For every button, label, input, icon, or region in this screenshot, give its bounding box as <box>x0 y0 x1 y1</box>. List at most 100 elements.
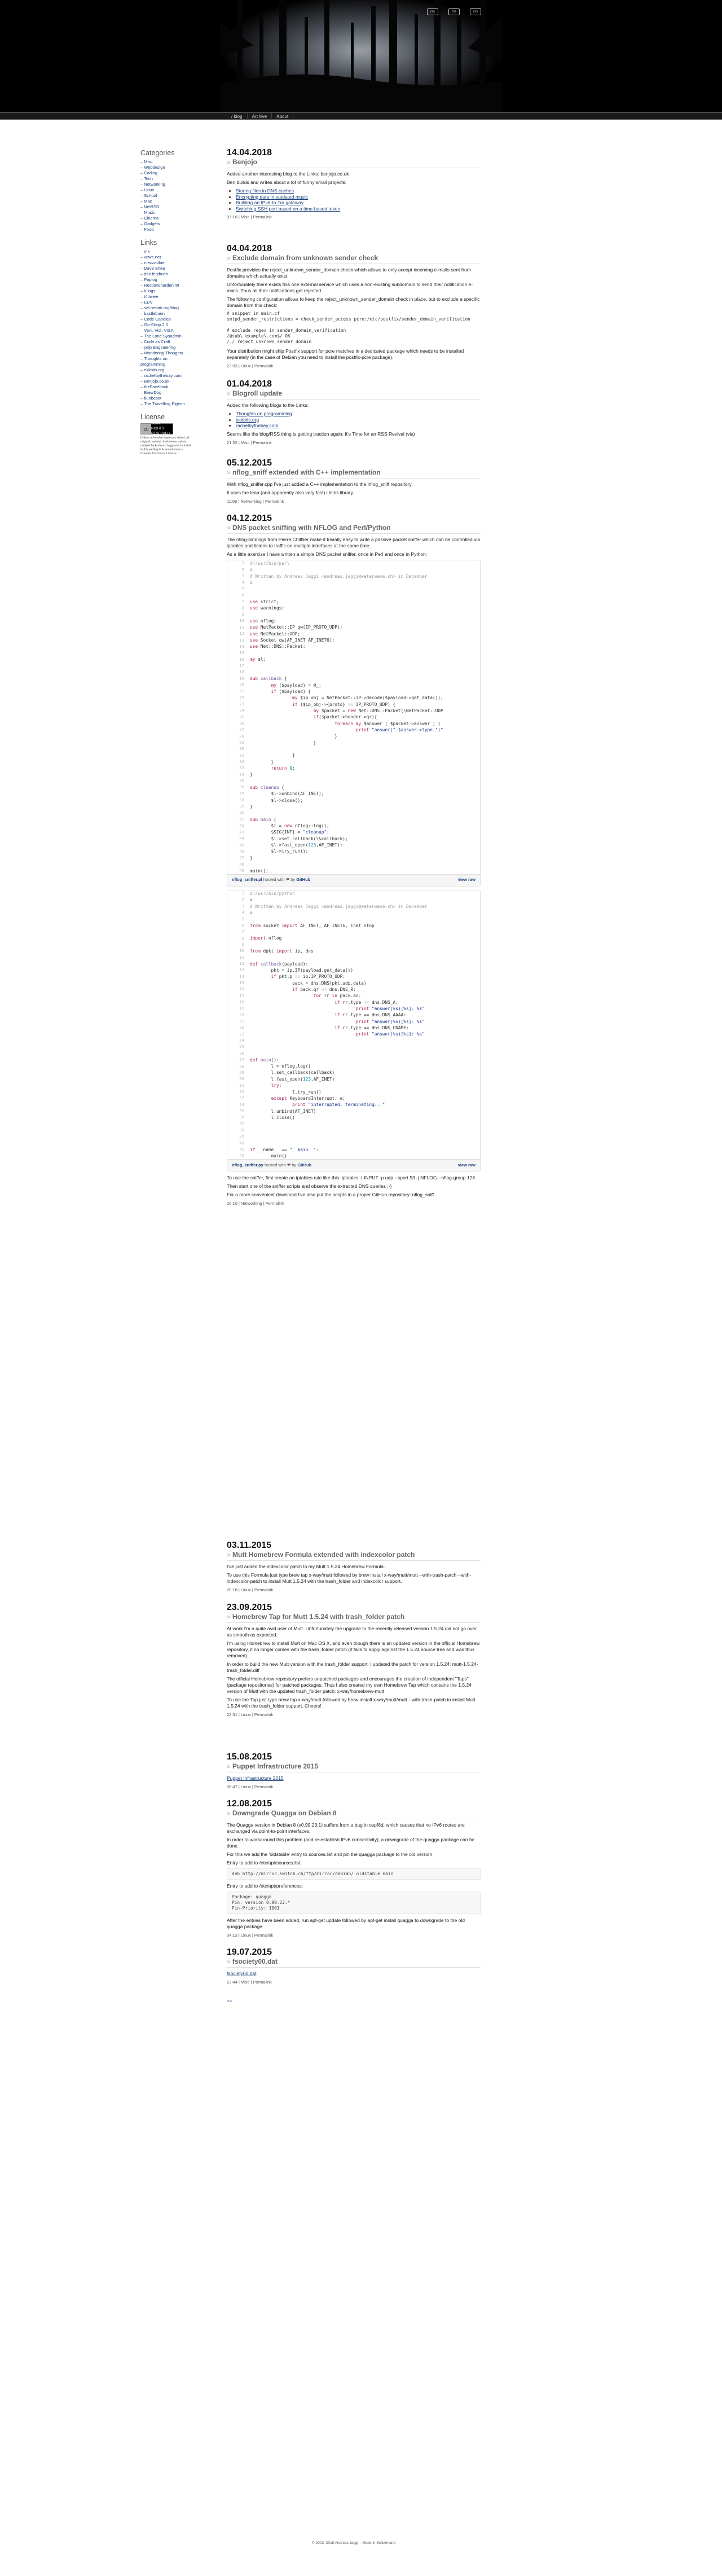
sidebar-link[interactable]: ekkbits.org <box>140 367 191 373</box>
gist-code-line: 30 l.fast_open(123,AF_INET) <box>227 1076 480 1082</box>
sidebar-link[interactable]: Mac <box>140 199 191 204</box>
github-link[interactable]: GitHub <box>296 877 310 882</box>
sidebar-link[interactable]: Tech <box>140 176 191 182</box>
sidebar-link[interactable]: NetBSD <box>140 204 191 210</box>
sidebar-link[interactable]: BrewDog <box>140 390 191 396</box>
code-text: l.close() <box>250 1114 295 1120</box>
post-paragraph: I've just added the indexcolor patch to … <box>227 1564 385 1569</box>
post-title[interactable]: Homebrew Tap for Mutt 1.5.24 with trash_… <box>227 1613 481 1623</box>
line-number: 8 <box>241 935 244 941</box>
sidebar-link[interactable]: Dave Shea <box>140 266 191 271</box>
post-link[interactable]: ekkbits.org <box>236 417 259 423</box>
code-text: try: <box>271 1083 282 1089</box>
sidebar-link[interactable]: Misc <box>140 159 191 165</box>
nav-blog[interactable]: / blog <box>227 113 248 120</box>
nav-archive[interactable]: Archive <box>248 113 272 120</box>
post-title[interactable]: nflog_sniff extended with C++ implementa… <box>227 468 481 479</box>
sidebar-link[interactable]: Restlovohardenimt <box>140 283 191 288</box>
sidebar-link[interactable]: theFacebook <box>140 384 191 390</box>
sidebar-link[interactable]: yelp Engineering <box>140 345 191 350</box>
sidebar-link[interactable]: Paplog <box>140 277 191 283</box>
rss-feed-icon[interactable]: rss <box>427 8 438 15</box>
github-link[interactable]: GitHub <box>297 1162 311 1168</box>
post-meta[interactable]: 11:08 | Networking | Permalink <box>227 499 481 504</box>
sidebar-link[interactable]: Networking <box>140 182 191 187</box>
view-raw-link[interactable]: view raw <box>458 1162 476 1169</box>
post-link[interactable]: Building an IPv6-to-Tor gateway <box>236 200 303 205</box>
post-link[interactable]: rachelbythebay.com <box>236 423 278 428</box>
post-link[interactable]: Puppet Infrastructure 2015 <box>227 1775 284 1781</box>
post-meta[interactable]: 07:16 | Misc | Permalink <box>227 214 481 220</box>
sidebar-link[interactable]: t4ttmee <box>140 294 191 300</box>
sidebar-link[interactable]: Veni, Vidi, VISA <box>140 328 191 333</box>
sidebar-link[interactable]: daz fetzbuch <box>140 271 191 277</box>
post-title[interactable]: Blogroll update <box>227 389 481 400</box>
sidebar-link[interactable]: sel.netark.org/blog <box>140 305 191 311</box>
post-meta[interactable]: 23:44 | Misc | Permalink <box>227 1980 481 1985</box>
post-title[interactable]: DNS packet sniffing with NFLOG and Perl/… <box>227 524 481 534</box>
sidebar-link[interactable]: Gadgets <box>140 221 191 227</box>
post-meta[interactable]: 04:13 | Linux | Permalink <box>227 1933 481 1938</box>
sidebar-link[interactable]: mezzoblue <box>140 260 191 266</box>
gist-code-line: 4 # <box>227 910 480 916</box>
post-date: 01.04.2018 <box>227 379 272 389</box>
rss-feed-icon[interactable]: rss <box>470 8 481 15</box>
sidebar-link[interactable]: Benjojo.co.uk <box>140 379 191 384</box>
sidebar-link[interactable]: Code as Craft <box>140 339 191 345</box>
pagination-next[interactable]: >> <box>227 1998 481 2005</box>
gist-footer: nflog_sniffer.pl hosted with ❤ by GitHub… <box>227 874 480 886</box>
sidebar-link[interactable]: bastlebunn <box>140 311 191 317</box>
gist-code-line: 13 use Socket qw(AF_INET AF_INET6); <box>227 637 480 643</box>
rss-feed-icon[interactable]: rss <box>448 8 460 15</box>
sidebar-link[interactable]: Food <box>140 227 191 232</box>
code-text: import nflog <box>250 936 282 941</box>
post-meta[interactable]: 23:03 | Linux | Permalink <box>227 363 481 369</box>
post-link[interactable]: fsociety00.dat <box>227 1971 256 1976</box>
post-paragraph: Unfortunately there exists this one exte… <box>227 282 473 293</box>
sidebar-link[interactable]: Code Candies <box>140 317 191 322</box>
gist-filename[interactable]: nflog_sniffer.pl <box>232 877 262 882</box>
sidebar-link[interactable]: Linux <box>140 187 191 193</box>
post-title[interactable]: Puppet Infrastructure 2015 <box>227 1762 481 1772</box>
gist-code-line: 24 my $packet = new Net::DNS::Packet(\Ne… <box>227 708 480 714</box>
sidebar-link[interactable]: The Travelling Pigeon <box>140 401 191 407</box>
nav-about[interactable]: About <box>272 113 294 120</box>
sidebar-link[interactable]: vowe.net <box>140 254 191 260</box>
creative-commons-badge[interactable]: cc SOME RIGHTS RESERVED <box>140 422 173 436</box>
post-title[interactable]: Downgrade Quagga on Debian 8 <box>227 1809 481 1819</box>
sidebar-link[interactable]: School <box>140 193 191 199</box>
gist-filename[interactable]: nflog_sniffer.py <box>232 1162 263 1168</box>
post-meta[interactable]: 20:18 | Linux | Permalink <box>227 1587 481 1593</box>
code-text: use Socket qw(AF_INET AF_INET6); <box>250 638 335 643</box>
post-link[interactable]: Thoughts on programming <box>236 411 292 416</box>
gist-code-line: 33 return 0; <box>227 765 480 771</box>
post-link[interactable]: Encrypting data in outdated music <box>236 194 308 200</box>
post-title[interactable]: fsociety00.dat <box>227 1958 481 1968</box>
sidebar-link[interactable]: Wandering Thoughts <box>140 350 191 356</box>
post-link[interactable]: Storing files in DNS caches <box>236 188 294 194</box>
sidebar-link[interactable]: mk <box>140 249 191 254</box>
sidebar-link[interactable]: Coding <box>140 170 191 176</box>
sidebar-link[interactable]: Thoughts on programming <box>140 356 191 367</box>
post-title[interactable]: Benjojo <box>227 158 481 168</box>
sidebar-link[interactable]: The Lone Sysadmin <box>140 333 191 339</box>
post-meta[interactable]: 20:10 | Networking | Permalink <box>227 1201 481 1206</box>
post-title[interactable]: Exclude domain from unknown sender check <box>227 254 481 264</box>
post-link[interactable]: Switching SSH port based on a time-based… <box>236 206 340 212</box>
sidebar-link[interactable]: Cinema <box>140 216 191 221</box>
sidebar-link[interactable]: Go-Shop 2.0 <box>140 322 191 328</box>
post-paragraph: Your distribution might ship Postfix sup… <box>227 348 464 360</box>
sidebar-link[interactable]: Music <box>140 210 191 216</box>
sidebar-link[interactable]: Webdesign <box>140 165 191 170</box>
sidebar-link[interactable]: rachelbythebay.com <box>140 373 191 379</box>
sidebar-link[interactable]: k-logs <box>140 288 191 294</box>
sidebar-link[interactable]: EDV <box>140 300 191 305</box>
code-text: l = nflog.log() <box>250 1064 311 1069</box>
post-meta[interactable]: 08:47 | Linux | Permalink <box>227 1784 481 1790</box>
sidebar-link[interactable]: bunbcoot <box>140 396 191 401</box>
post-meta[interactable]: 21:52 | Misc | Permalink <box>227 440 481 446</box>
line-number: 13 <box>239 967 244 973</box>
post-meta[interactable]: 22:31 | Linux | Permalink <box>227 1712 481 1718</box>
post-title[interactable]: Mutt Homebrew Formula extended with inde… <box>227 1551 481 1561</box>
view-raw-link[interactable]: view raw <box>458 877 476 883</box>
